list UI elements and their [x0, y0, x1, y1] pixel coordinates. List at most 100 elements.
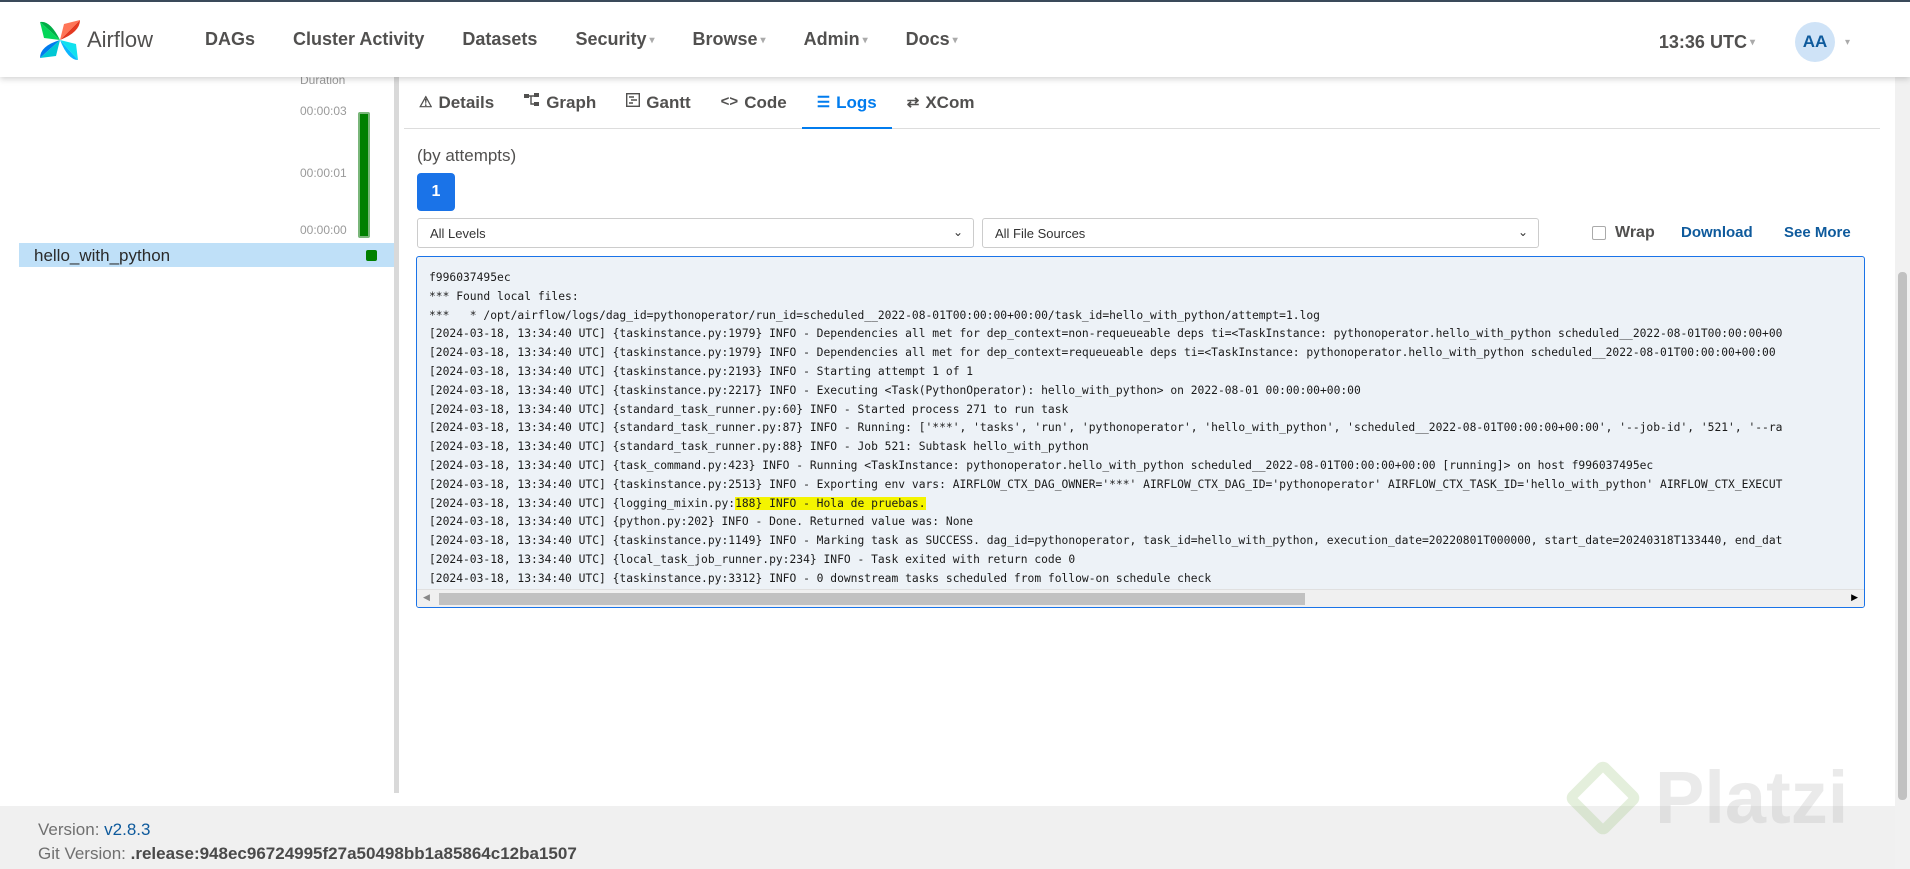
warning-triangle-icon: ⚠ — [419, 94, 433, 111]
log-line: [2024-03-18, 13:34:40 UTC] {taskinstance… — [429, 383, 1361, 397]
horizontal-scrollbar[interactable]: ◀ ▶ — [417, 589, 1864, 607]
nav-admin-label: Admin — [803, 29, 860, 49]
log-line: [2024-03-18, 13:34:40 UTC] {task_command… — [429, 458, 1654, 472]
chevron-down-icon: ⌄ — [952, 225, 963, 239]
panel-resize-handle[interactable] — [394, 77, 399, 793]
nav-datasets[interactable]: Datasets — [462, 29, 537, 50]
nav-browse-label: Browse — [692, 29, 758, 49]
tab-code[interactable]: <> Code — [706, 85, 802, 129]
tab-details-label: Details — [438, 93, 495, 112]
file-source-value: All File Sources — [995, 226, 1086, 241]
log-line: [2024-03-18, 13:34:40 UTC] {standard_tas… — [429, 402, 1069, 416]
nav-docs[interactable]: Docs ▾ — [906, 29, 958, 50]
caret-down-icon: ▾ — [649, 34, 655, 46]
log-line: [2024-03-18, 13:34:40 UTC] {python.py:20… — [429, 515, 974, 529]
user-avatar[interactable]: AA — [1794, 22, 1835, 62]
tab-logs[interactable]: ☰ Logs — [801, 85, 892, 129]
page-scrollbar[interactable] — [1895, 0, 1910, 869]
brand-name: Airflow — [87, 27, 154, 52]
tab-xcom[interactable]: ⇄ XCom — [892, 85, 990, 129]
log-line: [2024-03-18, 13:34:40 UTC] {taskinstance… — [429, 571, 1212, 585]
swap-arrows-icon: ⇄ — [906, 94, 920, 111]
git-version-label: Git Version: — [38, 844, 126, 863]
tab-graph[interactable]: Graph — [509, 85, 611, 129]
brand[interactable]: Airflow — [36, 16, 153, 64]
nav-browse[interactable]: Browse ▾ — [693, 29, 766, 50]
caret-down-icon: ▾ — [952, 34, 958, 46]
wrap-checkbox[interactable] — [1592, 226, 1606, 240]
main-nav: DAGs Cluster Activity Datasets Security ▾… — [205, 29, 996, 50]
caret-down-icon[interactable]: ▾ — [1845, 37, 1850, 48]
nav-dags-label: DAGs — [205, 29, 256, 49]
version-label: Version: — [38, 820, 100, 839]
attempts-label: (by attempts) — [417, 146, 517, 165]
log-viewer[interactable]: f996037495ec *** Found local files: *** * … — [416, 256, 1865, 608]
list-icon: ☰ — [816, 94, 831, 111]
scroll-right-arrow-icon[interactable]: ▶ — [1851, 592, 1858, 603]
graph-icon — [524, 93, 540, 111]
task-tabs: ⚠ Details Graph Gantt <> Code ☰ Logs ⇄ XCom — [404, 85, 1880, 129]
wrap-label[interactable]: Wrap — [1615, 224, 1655, 242]
task-row-hello-with-python[interactable]: hello_with_python — [19, 243, 395, 267]
version-link[interactable]: v2.8.3 — [104, 820, 150, 839]
nav-security-label: Security — [575, 29, 647, 49]
dag-run-duration-bar[interactable] — [358, 112, 370, 238]
tab-logs-label: Logs — [836, 93, 877, 112]
log-level-select[interactable]: All Levels ⌄ — [417, 218, 974, 248]
clock-label: 13:36 UTC — [1658, 31, 1747, 52]
platzi-logo-icon — [1563, 757, 1643, 838]
duration-tick: 00:00:03 — [300, 104, 347, 118]
nav-docs-label: Docs — [905, 29, 950, 49]
tab-gantt-label: Gantt — [646, 93, 691, 112]
tab-details[interactable]: ⚠ Details — [404, 85, 509, 129]
log-line: [2024-03-18, 13:34:40 UTC] {taskinstance… — [429, 364, 974, 378]
gantt-icon — [626, 92, 641, 111]
log-level-value: All Levels — [430, 226, 486, 241]
log-line: [2024-03-18, 13:34:40 UTC] {logging_mixi… — [429, 496, 926, 510]
tab-gantt[interactable]: Gantt — [611, 85, 705, 129]
caret-down-icon: ▾ — [1749, 37, 1755, 49]
log-line: *** Found local files: — [429, 289, 579, 303]
nav-admin[interactable]: Admin ▾ — [804, 29, 868, 50]
platzi-watermark: Platzi — [1563, 755, 1849, 840]
timezone-clock[interactable]: 13:36 UTC ▾ — [1659, 32, 1755, 53]
log-line: [2024-03-18, 13:34:40 UTC] {taskinstance… — [429, 477, 1783, 491]
git-version-line: Git Version: .release:948ec96724995f27a5… — [38, 844, 577, 864]
git-version-value: .release:948ec96724995f27a50498bb1a85864… — [130, 844, 577, 863]
log-line: [2024-03-18, 13:34:40 UTC] {standard_tas… — [429, 421, 1783, 435]
version-line: Version: v2.8.3 — [38, 820, 150, 840]
scroll-left-arrow-icon[interactable]: ◀ — [423, 592, 430, 603]
log-line: [2024-03-18, 13:34:40 UTC] {taskinstance… — [429, 346, 1776, 360]
nav-security[interactable]: Security ▾ — [575, 29, 654, 50]
tab-graph-label: Graph — [546, 93, 597, 112]
log-line: [2024-03-18, 13:34:40 UTC] {standard_tas… — [429, 440, 1089, 454]
attempt-1-button[interactable]: 1 — [417, 173, 455, 211]
chevron-down-icon: ⌄ — [1517, 225, 1528, 239]
log-lines: f996037495ec *** Found local files: *** * … — [429, 269, 1854, 589]
log-line: *** * /opt/airflow/logs/dag_id=pythonope… — [429, 308, 1320, 322]
tab-code-label: Code — [744, 93, 787, 112]
code-icon: <> — [720, 93, 739, 110]
scrollbar-thumb[interactable] — [439, 593, 1305, 605]
log-line: [2024-03-18, 13:34:40 UTC] {taskinstance… — [429, 534, 1783, 548]
page-scrollbar-thumb[interactable] — [1898, 272, 1907, 800]
nav-cluster-activity-label: Cluster Activity — [293, 29, 425, 49]
caret-down-icon: ▾ — [760, 34, 766, 46]
nav-right: 13:36 UTC ▾ AA ▾ — [1659, 22, 1850, 62]
see-more-button[interactable]: See More — [1784, 224, 1851, 241]
caret-down-icon: ▾ — [862, 34, 868, 46]
airflow-logo-icon — [40, 20, 80, 60]
log-line: f996037495ec — [429, 271, 511, 284]
duration-tick: 00:00:01 — [300, 166, 347, 180]
download-button[interactable]: Download — [1681, 224, 1753, 241]
file-source-select[interactable]: All File Sources ⌄ — [982, 218, 1539, 248]
nav-cluster-activity[interactable]: Cluster Activity — [293, 29, 424, 50]
tab-xcom-label: XCom — [925, 93, 975, 112]
watermark-text: Platzi — [1655, 756, 1849, 839]
nav-dags[interactable]: DAGs — [205, 29, 255, 50]
log-line: [2024-03-18, 13:34:40 UTC] {taskinstance… — [429, 327, 1783, 341]
log-line: [2024-03-18, 13:34:40 UTC] {local_task_j… — [429, 552, 1076, 566]
task-instance-status-square[interactable] — [366, 250, 377, 261]
duration-tick: 00:00:00 — [300, 223, 347, 237]
highlighted-log-text: 188} INFO - Hola de pruebas. — [735, 496, 926, 510]
